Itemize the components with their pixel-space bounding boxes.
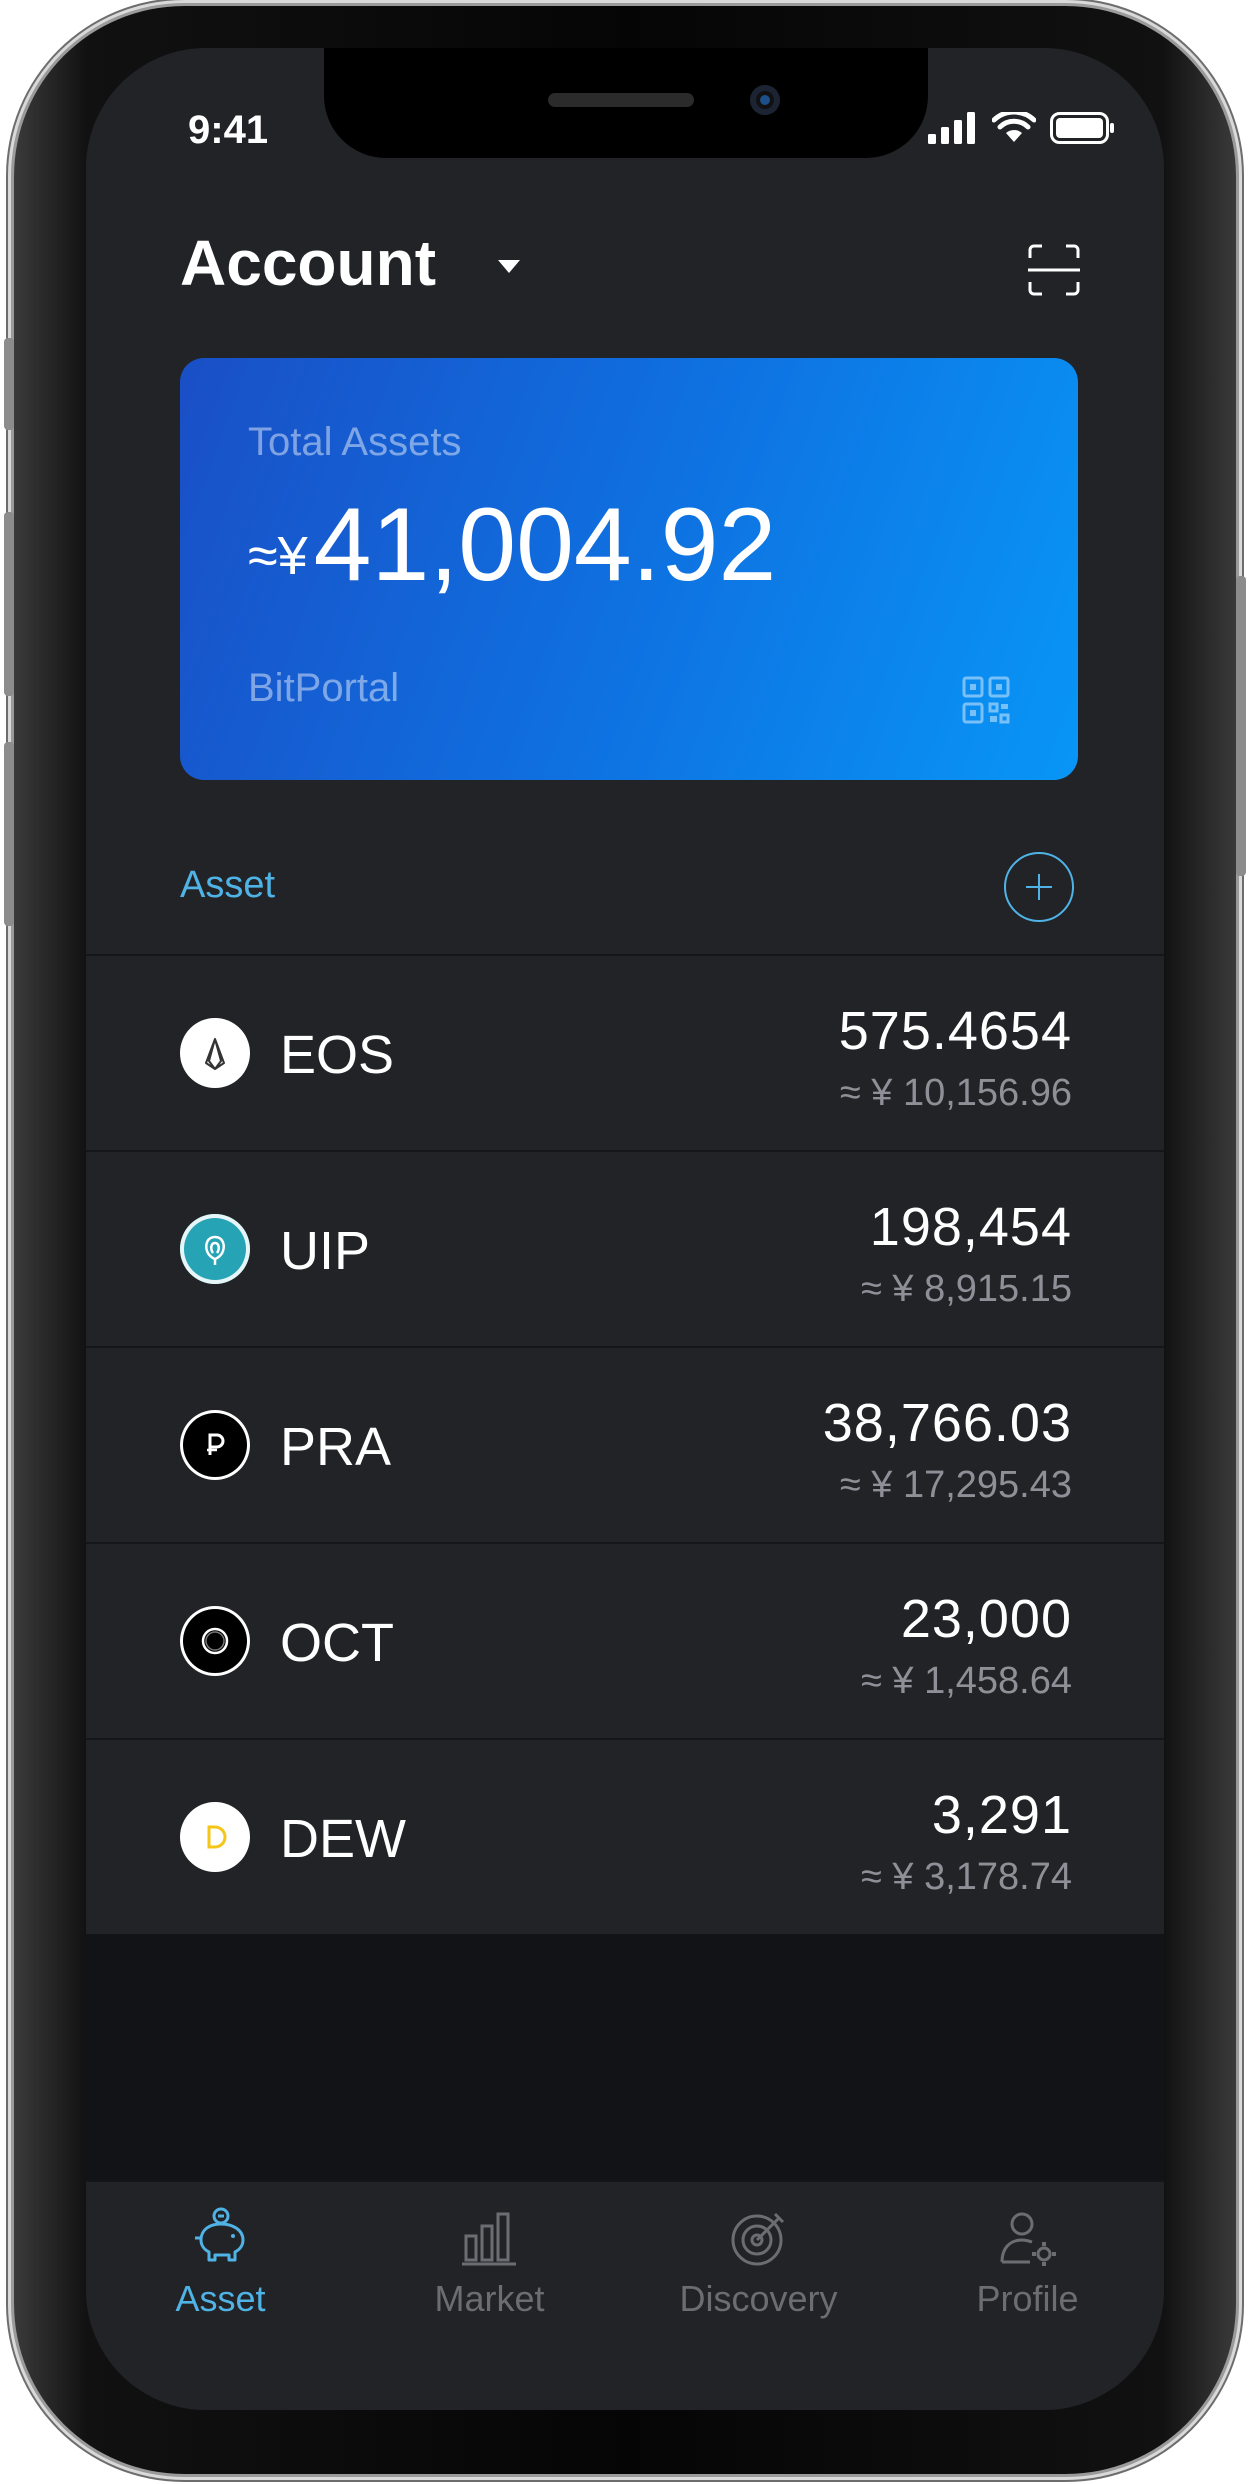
asset-symbol: EOS (280, 1025, 395, 1085)
volume-down-button (4, 742, 14, 926)
status-icons (928, 112, 1116, 144)
asset-fiat-value: ≈ ¥ 1,458.64 (860, 1660, 1072, 1702)
page-title[interactable]: Account (180, 226, 436, 300)
tab-discovery[interactable]: Discovery (624, 2182, 893, 2332)
wifi-icon (992, 112, 1036, 142)
status-time: 9:41 (188, 108, 269, 152)
qr-code-icon[interactable] (962, 676, 1010, 724)
asset-row-uip[interactable]: UIP 198,454 ≈ ¥ 8,915.15 (86, 1150, 1164, 1346)
notch (324, 48, 928, 158)
pra-icon (180, 1410, 250, 1480)
asset-symbol: PRA (280, 1417, 392, 1477)
mute-switch (4, 338, 14, 430)
tab-label: Asset (175, 2278, 266, 2319)
asset-row-oct[interactable]: OCT 23,000 ≈ ¥ 1,458.64 (86, 1542, 1164, 1738)
empty-list-area (86, 1934, 1164, 2180)
asset-row-dew[interactable]: DEW 3,291 ≈ ¥ 3,178.74 (86, 1738, 1164, 1934)
scan-icon[interactable] (1028, 244, 1080, 296)
asset-amount: 38,766.03 (822, 1393, 1072, 1453)
asset-fiat-value: ≈ ¥ 17,295.43 (839, 1464, 1072, 1506)
total-assets-amount: 41,004.92 (313, 487, 777, 603)
account-dropdown-caret-icon[interactable] (498, 260, 520, 273)
add-asset-button[interactable] (1004, 852, 1074, 922)
tab-asset[interactable]: Asset (86, 2182, 355, 2332)
bar-chart-icon (461, 2212, 516, 2266)
total-assets-value: ≈¥41,004.92 (248, 486, 776, 605)
front-camera (750, 85, 780, 115)
user-gear-icon (1000, 2212, 1056, 2266)
tab-label: Profile (976, 2278, 1079, 2319)
tab-label: Discovery (679, 2278, 838, 2319)
uip-icon (180, 1214, 250, 1284)
asset-row-pra[interactable]: PRA 38,766.03 ≈ ¥ 17,295.43 (86, 1346, 1164, 1542)
asset-fiat-value: ≈ ¥ 3,178.74 (860, 1856, 1072, 1898)
asset-list: EOS 575.4654 ≈ ¥ 10,156.96 UIP 198,454 ≈… (86, 954, 1164, 1934)
asset-fiat-value: ≈ ¥ 10,156.96 (839, 1072, 1072, 1114)
oct-icon (180, 1606, 250, 1676)
tab-label: Market (434, 2278, 545, 2319)
piggy-bank-icon (194, 2207, 244, 2262)
total-assets-card[interactable]: Total Assets ≈¥41,004.92 BitPortal (180, 358, 1078, 780)
signal-icon (928, 112, 975, 144)
phone-screen: 9:41 Account Total Assets ≈¥41,004.92 Bi… (86, 48, 1164, 2410)
asset-symbol: DEW (280, 1809, 406, 1869)
asset-fiat-value: ≈ ¥ 8,915.15 (860, 1268, 1072, 1310)
asset-symbol: UIP (280, 1221, 371, 1281)
asset-amount: 198,454 (869, 1197, 1072, 1257)
tab-market[interactable]: Market (355, 2182, 624, 2332)
battery-icon (1050, 112, 1114, 144)
tab-bar: Asset Market Discovery Profile (86, 2180, 1164, 2410)
asset-symbol: OCT (280, 1613, 394, 1673)
power-button (1236, 576, 1246, 876)
approx-currency-prefix: ≈¥ (248, 526, 308, 586)
volume-up-button (4, 512, 14, 696)
tab-profile[interactable]: Profile (893, 2182, 1162, 2332)
asset-section-title: Asset (180, 864, 276, 906)
asset-amount: 23,000 (900, 1589, 1072, 1649)
eos-icon (180, 1018, 250, 1088)
wallet-brand: BitPortal (248, 666, 400, 710)
asset-row-eos[interactable]: EOS 575.4654 ≈ ¥ 10,156.96 (86, 954, 1164, 1150)
speaker (548, 93, 694, 107)
target-icon (731, 2212, 784, 2266)
total-assets-label: Total Assets (248, 420, 462, 464)
dew-icon (180, 1802, 250, 1872)
asset-amount: 3,291 (931, 1785, 1072, 1845)
asset-amount: 575.4654 (838, 1001, 1072, 1061)
